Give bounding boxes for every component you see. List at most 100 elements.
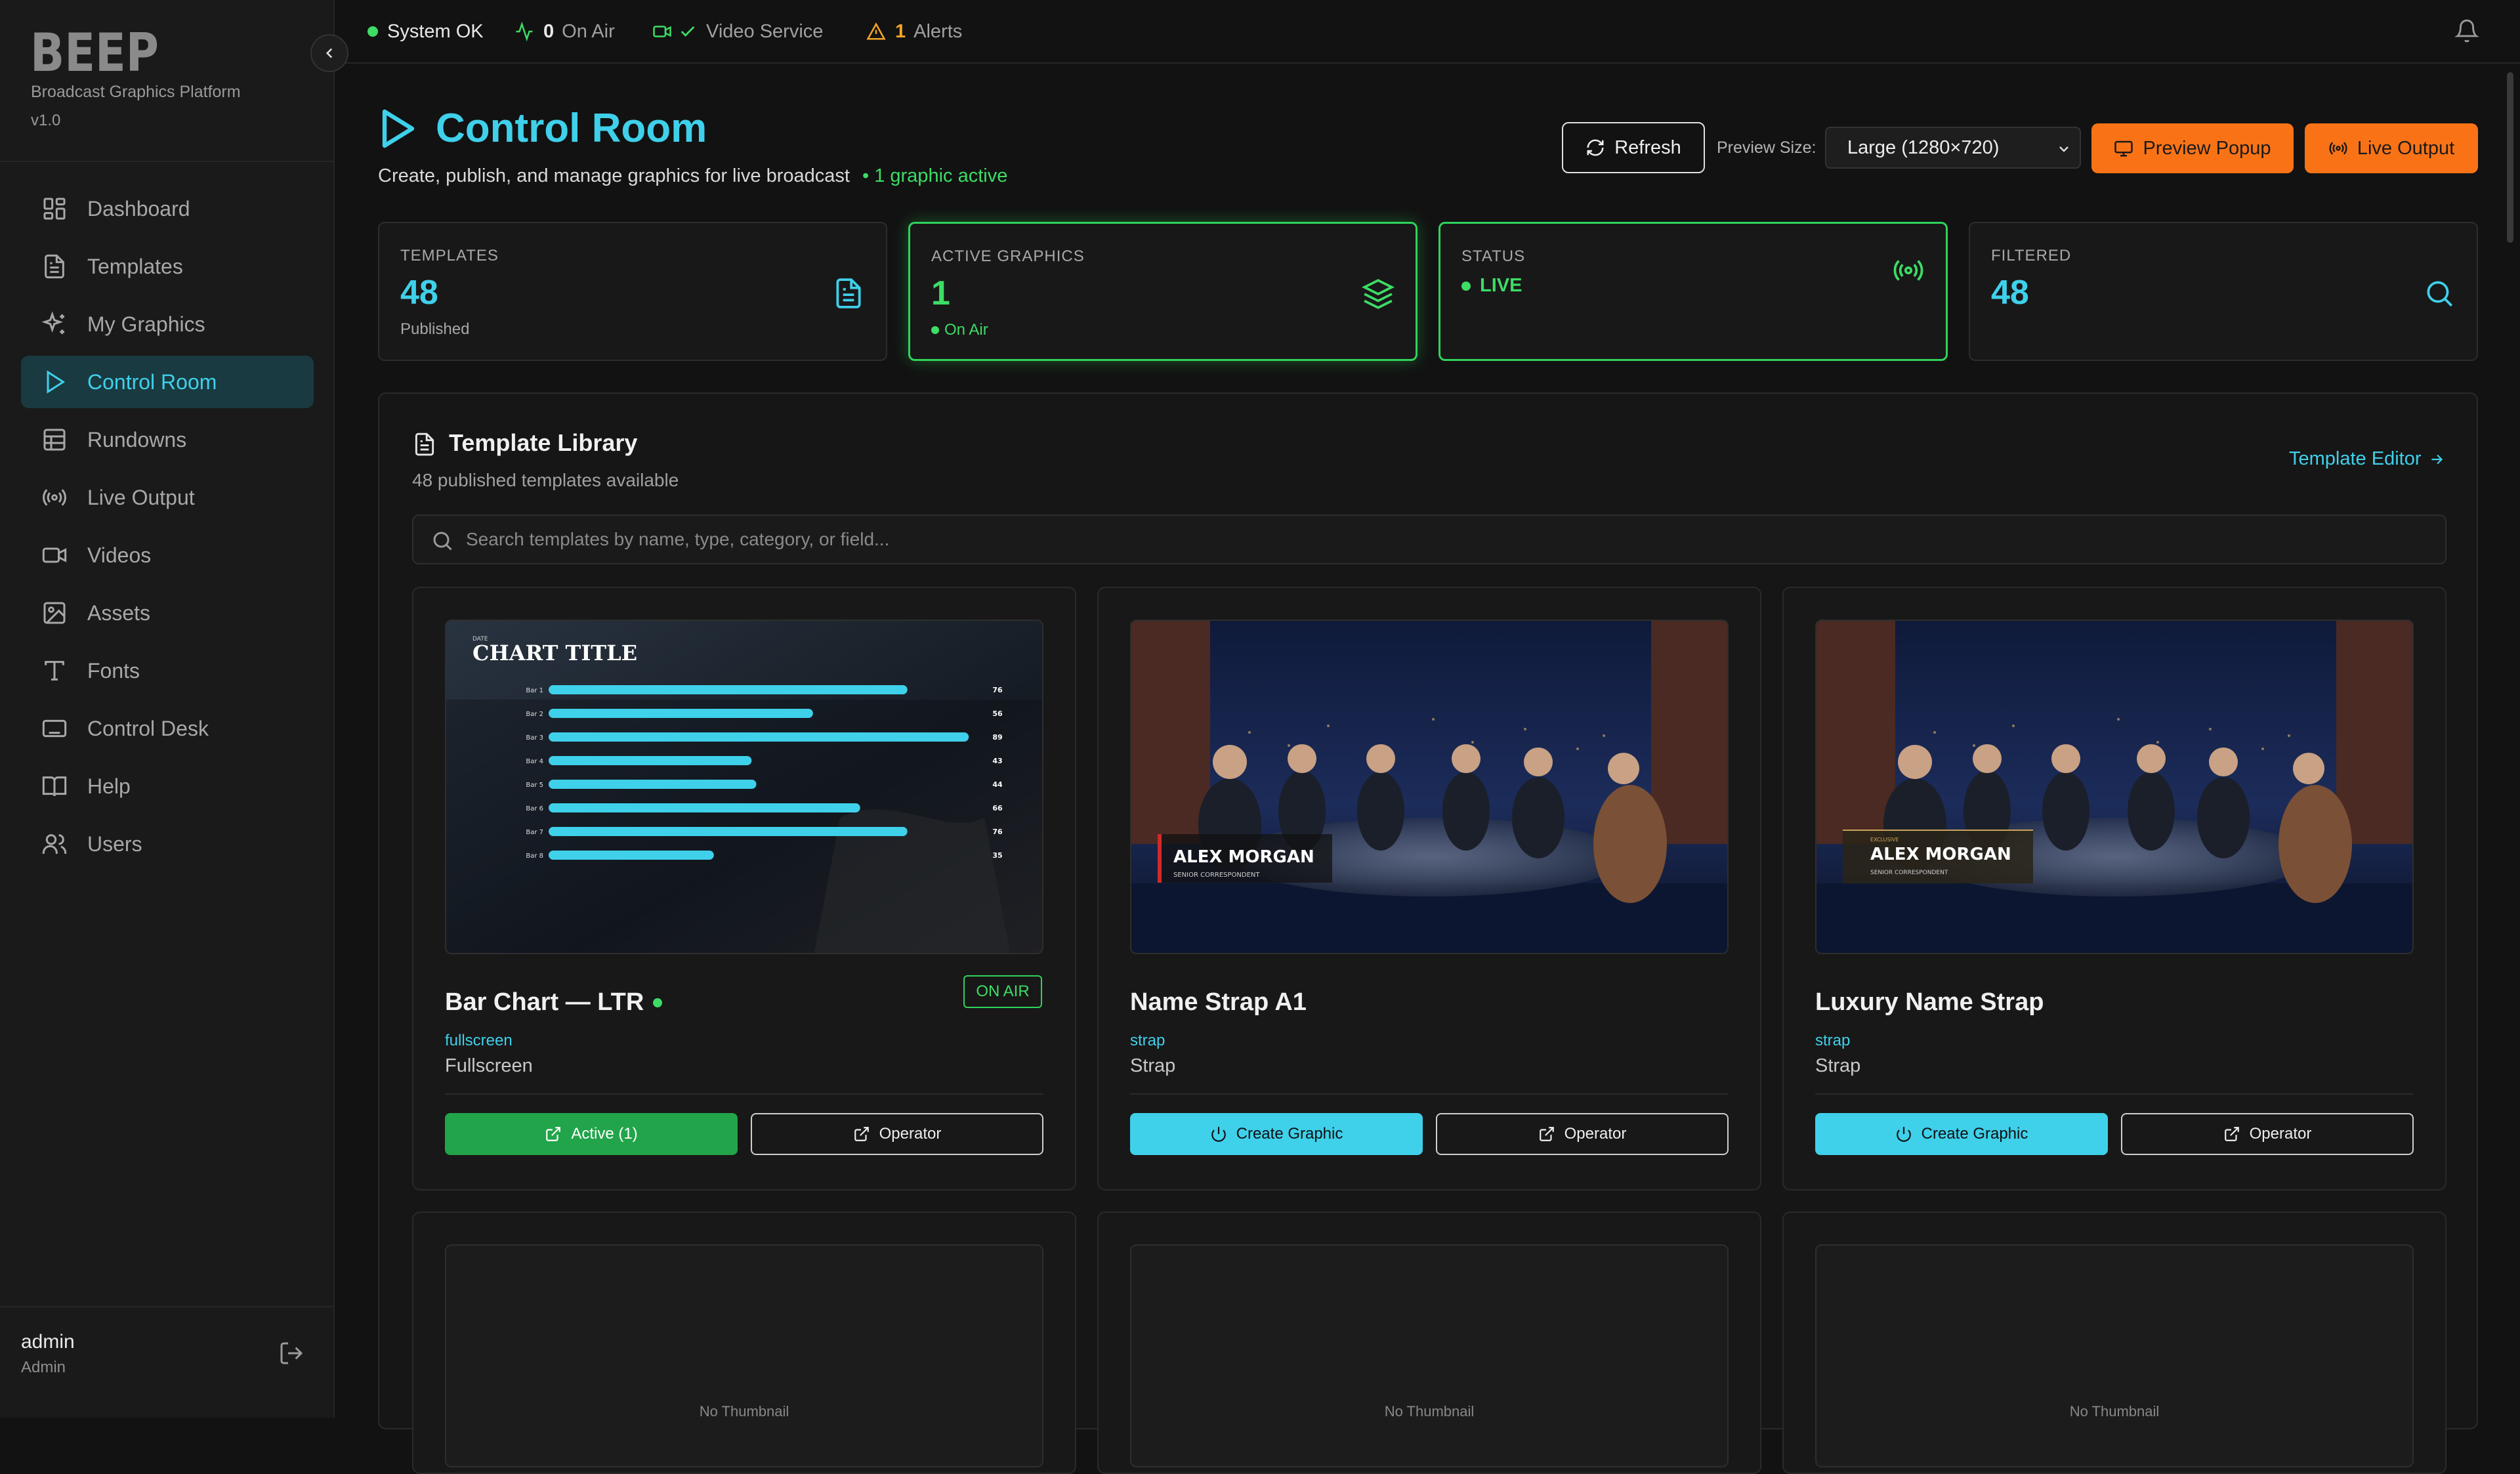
strap-kicker: EXCLUSIVE: [1870, 837, 1899, 843]
template-name: Luxury Name Strap: [1815, 988, 2044, 1016]
template-card[interactable]: No Thumbnail: [1097, 1211, 1761, 1474]
template-thumbnail[interactable]: ALEX MORGAN SENIOR CORRESPONDENT: [1130, 620, 1729, 954]
chart-bar-value: 76: [992, 686, 1003, 694]
strap-name: ALEX MORGAN: [1173, 847, 1314, 867]
template-thumbnail[interactable]: EXCLUSIVE ALEX MORGAN SENIOR CORRESPONDE…: [1815, 620, 2414, 954]
preview-popup-button[interactable]: Preview Popup: [2091, 123, 2294, 173]
beep-logo[interactable]: BEEP: [30, 30, 160, 74]
chart-bar: [549, 780, 757, 789]
bar-chart-preview: Bar 1 76 Bar 2 56 Bar 3 89 Bar 4 43 Bar 5 44 Bar 6…: [446, 621, 1042, 953]
sidebar-item-label: Fonts: [87, 658, 140, 683]
create-graphic-button[interactable]: Create Graphic: [1130, 1113, 1423, 1155]
logout-icon[interactable]: [278, 1340, 304, 1366]
chart-bar-value: 44: [992, 780, 1003, 789]
template-category: strap: [1130, 1032, 1166, 1049]
template-thumbnail[interactable]: No Thumbnail: [445, 1244, 1043, 1467]
template-thumbnail[interactable]: No Thumbnail: [1815, 1244, 2414, 1467]
strap-role: SENIOR CORRESPONDENT: [1870, 870, 1948, 876]
create-graphic-button[interactable]: Create Graphic: [1815, 1113, 2108, 1155]
on-air-label: On Air: [944, 321, 988, 339]
chart-title: CHART TITLE: [472, 641, 637, 665]
keyboard-icon: [42, 719, 67, 738]
video-icon: [653, 26, 671, 37]
template-thumbnail[interactable]: No Thumbnail: [1130, 1244, 1729, 1467]
search-icon: [433, 532, 452, 551]
template-card[interactable]: No Thumbnail: [412, 1211, 1076, 1474]
stat-label: TEMPLATES: [400, 247, 499, 264]
external-link-icon: [2224, 1127, 2239, 1141]
sidebar-item-my-graphics[interactable]: My Graphics: [21, 298, 314, 350]
no-thumbnail-text: No Thumbnail: [1384, 1403, 1475, 1420]
operator-button[interactable]: Operator: [2121, 1113, 2414, 1155]
sidebar-item-templates[interactable]: Templates: [21, 240, 314, 293]
stat-label: ACTIVE GRAPHICS: [931, 247, 1085, 265]
sidebar-item-rundowns[interactable]: Rundowns: [21, 413, 314, 466]
preview-size-select[interactable]: Large (1280×720): [1825, 127, 2081, 169]
video-icon: [42, 547, 67, 563]
video-service-label: Video Service: [706, 20, 824, 42]
users-icon: [42, 834, 67, 854]
sidebar-item-fonts[interactable]: Fonts: [21, 644, 314, 697]
chevron-left-icon: [326, 48, 333, 58]
bell-icon[interactable]: [2454, 18, 2479, 43]
status-dot: [1461, 281, 1471, 291]
live-output-button[interactable]: Live Output: [2305, 123, 2478, 173]
refresh-icon: [1587, 139, 1604, 156]
active-button[interactable]: Active (1): [445, 1113, 738, 1155]
template-card-name-strap-a1[interactable]: ALEX MORGAN SENIOR CORRESPONDENT Name St…: [1097, 587, 1761, 1190]
template-type: Strap: [1130, 1055, 1176, 1076]
sidebar-collapse-button[interactable]: [310, 34, 348, 72]
operator-button[interactable]: Operator: [751, 1113, 1043, 1155]
on-air-status: 0 On Air: [514, 20, 615, 43]
file-icon: [45, 254, 64, 279]
brand-subtitle: Broadcast Graphics Platform: [31, 83, 241, 101]
sidebar-item-label: Live Output: [87, 485, 195, 509]
template-thumbnail[interactable]: Bar 1 76 Bar 2 56 Bar 3 89 Bar 4 43 Bar 5 44 Bar 6…: [445, 620, 1043, 954]
template-card[interactable]: No Thumbnail: [1782, 1211, 2446, 1474]
operator-button[interactable]: Operator: [1436, 1113, 1729, 1155]
sidebar-item-label: Videos: [87, 543, 152, 567]
sidebar-item-dashboard[interactable]: Dashboard: [21, 182, 314, 235]
sidebar-item-label: Users: [87, 832, 142, 856]
alerts-status[interactable]: 1 Alerts: [866, 20, 962, 43]
template-category: fullscreen: [445, 1032, 513, 1049]
table-icon: [43, 429, 66, 451]
create-graphic-label: Create Graphic: [1236, 1125, 1343, 1143]
chart-bar-label: Bar 7: [526, 829, 543, 836]
template-editor-link[interactable]: Template Editor: [2289, 448, 2445, 470]
sidebar-item-videos[interactable]: Videos: [21, 529, 314, 581]
template-type: Fullscreen: [445, 1055, 533, 1076]
studio-preview: EXCLUSIVE ALEX MORGAN SENIOR CORRESPONDE…: [1816, 621, 2412, 953]
chart-bar-label: Bar 1: [526, 687, 543, 694]
sidebar-divider: [0, 161, 335, 162]
file-icon: [836, 278, 861, 308]
brand-version: v1.0: [31, 112, 61, 129]
template-card-bar-chart[interactable]: Bar 1 76 Bar 2 56 Bar 3 89 Bar 4 43 Bar 5 44 Bar 6…: [412, 587, 1076, 1190]
chart-bar-label: Bar 2: [526, 711, 543, 718]
system-status-label: System OK: [387, 20, 484, 42]
sidebar-item-users[interactable]: Users: [21, 818, 314, 870]
refresh-button[interactable]: Refresh: [1562, 122, 1705, 173]
search-input[interactable]: [466, 521, 2422, 558]
chart-bar-label: Bar 5: [526, 782, 543, 789]
sidebar-item-control-desk[interactable]: Control Desk: [21, 702, 314, 755]
sidebar-item-label: Dashboard: [87, 196, 190, 221]
stat-value: 48: [1991, 274, 2029, 312]
sidebar-item-live-output[interactable]: Live Output: [21, 471, 314, 524]
sidebar-item-label: Control Desk: [87, 716, 209, 740]
card-divider: [1815, 1093, 2414, 1095]
check-icon: [681, 26, 695, 37]
chart-bar-label: Bar 4: [526, 758, 543, 765]
page-scrollbar[interactable]: [2507, 72, 2513, 243]
page-subtitle: Create, publish, and manage graphics for…: [378, 165, 850, 186]
sidebar-item-control-room[interactable]: Control Room: [21, 356, 314, 408]
sidebar-item-help[interactable]: Help: [21, 760, 314, 812]
template-card-luxury-name-strap[interactable]: EXCLUSIVE ALEX MORGAN SENIOR CORRESPONDE…: [1782, 587, 2446, 1190]
chart-bar-value: 76: [992, 828, 1003, 836]
filtered-stat-card: FILTERED 48: [1969, 222, 2478, 361]
file-icon: [415, 432, 434, 456]
template-name-text: Bar Chart — LTR: [445, 988, 644, 1016]
sidebar-item-assets[interactable]: Assets: [21, 587, 314, 639]
arrow-right-icon: [2431, 454, 2443, 464]
chart-bar-value: 89: [992, 733, 1002, 742]
